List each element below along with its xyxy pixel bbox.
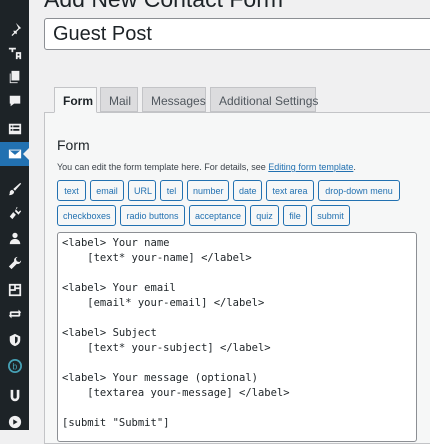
form-description-end: . — [353, 162, 356, 172]
tag-button-radio-buttons[interactable]: radio buttons — [120, 205, 185, 226]
tag-button-text[interactable]: text — [57, 180, 86, 201]
template-line: <label> Your name — [62, 237, 170, 249]
template-line: <label> Subject — [62, 327, 157, 339]
comment-icon[interactable] — [0, 89, 29, 113]
tag-button-url[interactable]: URL — [128, 180, 156, 201]
play-icon[interactable] — [0, 410, 29, 434]
settings-grid-icon[interactable] — [0, 278, 29, 302]
form-list-icon[interactable] — [0, 117, 29, 141]
tab-mail[interactable]: Mail — [100, 87, 138, 112]
template-line: <label> Your message (optional) — [62, 372, 258, 384]
form-description-text: You can edit the form template here. For… — [57, 162, 269, 172]
tag-button-acceptance[interactable]: acceptance — [189, 205, 246, 226]
tag-button-file[interactable]: file — [283, 205, 307, 226]
shield-icon[interactable] — [0, 328, 29, 352]
admin-sidebar: b — [0, 0, 30, 430]
svg-text:b: b — [12, 362, 17, 372]
form-description: You can edit the form template here. For… — [57, 162, 356, 172]
tag-button-date[interactable]: date — [233, 180, 262, 201]
template-line: [text* your-subject] </label> — [62, 342, 271, 354]
tab-form[interactable]: Form — [54, 87, 97, 113]
tag-button-email[interactable]: email — [90, 180, 124, 201]
tag-button-text-area[interactable]: text area — [266, 180, 314, 201]
template-line: [submit "Submit"] — [62, 417, 170, 429]
pin-icon[interactable] — [0, 17, 29, 41]
template-line: [text* your-name] </label> — [62, 252, 252, 264]
tag-button-checkboxes[interactable]: checkboxes — [57, 205, 116, 226]
b-circle-icon[interactable]: b — [0, 354, 29, 378]
u-magnet-icon[interactable] — [0, 384, 29, 408]
template-line: <label> Your email — [62, 282, 176, 294]
tab-additional-settings[interactable]: Additional Settings — [210, 87, 318, 112]
wrench-icon[interactable] — [0, 251, 29, 275]
tab-messages[interactable]: Messages — [142, 87, 206, 112]
tag-button-submit[interactable]: submit — [311, 205, 350, 226]
editing-form-template-link[interactable]: Editing form template — [268, 162, 353, 172]
form-section-heading: Form — [57, 137, 90, 153]
tag-button-number[interactable]: number — [187, 180, 229, 201]
tag-button-drop-down-menu[interactable]: drop-down menu — [318, 180, 400, 201]
form-title-input[interactable] — [44, 18, 430, 50]
translate-icon[interactable] — [0, 41, 29, 65]
tag-button-tel[interactable]: tel — [160, 180, 183, 201]
template-line: [textarea your-message] </label> — [62, 387, 290, 399]
user-icon[interactable] — [0, 226, 29, 250]
repeat-icon[interactable] — [0, 302, 29, 326]
template-line: [email* your-email] </label> — [62, 297, 265, 309]
brush-icon[interactable] — [0, 177, 29, 201]
mail-icon[interactable] — [0, 142, 30, 166]
plugin-icon[interactable] — [0, 201, 29, 225]
copy-icon[interactable] — [0, 65, 29, 89]
page-title: Add New Contact Form — [44, 0, 283, 13]
tag-button-quiz[interactable]: quiz — [250, 205, 279, 226]
